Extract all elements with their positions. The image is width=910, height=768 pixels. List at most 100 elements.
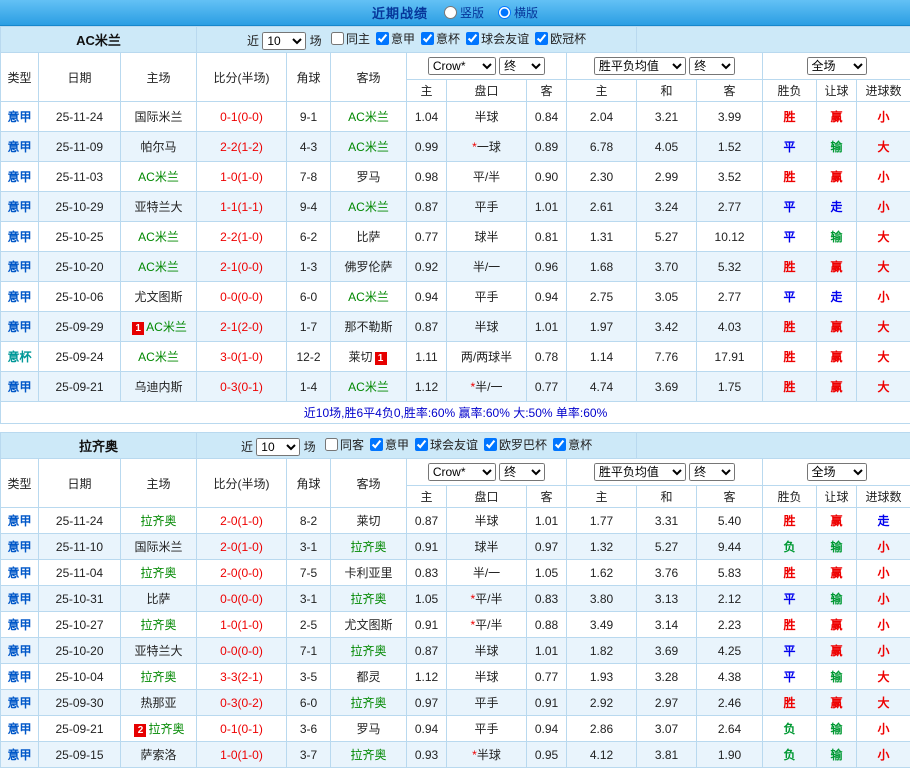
away-team[interactable]: 罗马 [331,716,407,742]
away-team[interactable]: 佛罗伦萨 [331,252,407,282]
result-goals: 大 [857,372,910,402]
europe-draw-odds: 2.99 [637,162,697,192]
away-team[interactable]: 罗马 [331,162,407,192]
away-team[interactable]: 拉齐奥 [331,638,407,664]
handicap: 平手 [447,192,527,222]
league-filter-checkbox[interactable] [535,32,548,45]
league-filter[interactable]: 欧罗巴杯 [484,436,547,453]
asia-home-odds: 1.11 [407,342,447,372]
league-filter-checkbox[interactable] [484,438,497,451]
league-filter-checkbox[interactable] [331,32,344,45]
odds-company-select[interactable]: Crow* [428,57,496,75]
scope-select[interactable]: 全场 [807,57,867,75]
home-team[interactable]: AC米兰 [121,162,197,192]
home-team[interactable]: 2拉齐奥 [121,716,197,742]
away-team[interactable]: 那不勒斯 [331,312,407,342]
away-team[interactable]: 卡利亚里 [331,560,407,586]
layout-option[interactable]: 竖版 [444,4,484,21]
league-filter[interactable]: 同客 [325,436,364,453]
away-team[interactable]: AC米兰 [331,192,407,222]
europe-odds-select[interactable]: 胜平负均值 [594,57,686,75]
home-team[interactable]: 萨索洛 [121,742,197,768]
europe-odds-select[interactable]: 胜平负均值 [594,463,686,481]
home-team[interactable]: 拉齐奥 [121,612,197,638]
result-goals: 小 [857,102,910,132]
europe-home-odds: 1.32 [567,534,637,560]
league-filter-checkbox[interactable] [325,438,338,451]
layout-option[interactable]: 横版 [498,4,538,21]
asia-home-odds: 1.12 [407,664,447,690]
asia-away-odds: 0.84 [527,102,567,132]
home-team[interactable]: 尤文图斯 [121,282,197,312]
league-filter[interactable]: 意甲 [376,30,415,47]
league-filter[interactable]: 欧冠杯 [535,30,586,47]
europe-time-select[interactable]: 终 [689,463,735,481]
league-filter[interactable]: 意杯 [421,30,460,47]
league-filter-checkbox[interactable] [415,438,428,451]
odds-company-select[interactable]: Crow* [428,463,496,481]
match-count-select[interactable]: 10 [262,32,306,50]
layout-radio[interactable] [498,6,511,19]
europe-away-odds: 4.25 [697,638,763,664]
league-filter[interactable]: 球会友谊 [415,436,478,453]
league-filter-checkbox[interactable] [376,32,389,45]
away-team[interactable]: AC米兰 [331,372,407,402]
home-team[interactable]: 1AC米兰 [121,312,197,342]
result-goals: 大 [857,312,910,342]
home-team[interactable]: 亚特兰大 [121,192,197,222]
home-team[interactable]: 帕尔马 [121,132,197,162]
away-team[interactable]: 尤文图斯 [331,612,407,638]
home-team[interactable]: 拉齐奥 [121,560,197,586]
scope-select[interactable]: 全场 [807,463,867,481]
league-filter[interactable]: 球会友谊 [466,30,529,47]
match-count-select[interactable]: 10 [256,438,300,456]
home-team[interactable]: AC米兰 [121,342,197,372]
league-filter-checkbox[interactable] [553,438,566,451]
league-filter[interactable]: 意甲 [370,436,409,453]
home-team[interactable]: 乌迪内斯 [121,372,197,402]
score: 3-3(2-1) [197,664,287,690]
home-team[interactable]: 国际米兰 [121,102,197,132]
league-filter-checkbox[interactable] [370,438,383,451]
europe-draw-odds: 3.70 [637,252,697,282]
handicap: 半/一 [447,252,527,282]
home-team[interactable]: AC米兰 [121,252,197,282]
europe-home-odds: 1.68 [567,252,637,282]
odds-time-select[interactable]: 终 [499,463,545,481]
away-team[interactable]: 拉齐奥 [331,742,407,768]
away-team[interactable]: 拉齐奥 [331,586,407,612]
home-team[interactable]: 热那亚 [121,690,197,716]
league-type: 意甲 [1,664,39,690]
odds-time-select[interactable]: 终 [499,57,545,75]
away-team[interactable]: 比萨 [331,222,407,252]
league-filter[interactable]: 意杯 [553,436,592,453]
home-team[interactable]: 拉齐奥 [121,508,197,534]
asia-away-odds: 0.88 [527,612,567,638]
layout-radio[interactable] [444,6,457,19]
league-type: 意甲 [1,312,39,342]
away-team[interactable]: 莱切1 [331,342,407,372]
asia-home-odds: 0.94 [407,716,447,742]
europe-draw-odds: 5.27 [637,222,697,252]
away-team[interactable]: AC米兰 [331,282,407,312]
league-filter-checkbox[interactable] [466,32,479,45]
handicap: 半球 [447,508,527,534]
league-filter[interactable]: 同主 [331,30,370,47]
league-filter-checkbox[interactable] [421,32,434,45]
layout-radio-group: 竖版横版 [444,4,538,21]
away-team[interactable]: AC米兰 [331,132,407,162]
home-team[interactable]: 国际米兰 [121,534,197,560]
score: 2-0(1-0) [197,508,287,534]
europe-draw-odds: 3.21 [637,102,697,132]
away-team[interactable]: 都灵 [331,664,407,690]
away-team[interactable]: 莱切 [331,508,407,534]
away-team[interactable]: 拉齐奥 [331,690,407,716]
home-team[interactable]: 拉齐奥 [121,664,197,690]
home-team[interactable]: AC米兰 [121,222,197,252]
europe-time-select[interactable]: 终 [689,57,735,75]
asia-home-odds: 0.87 [407,312,447,342]
home-team[interactable]: 亚特兰大 [121,638,197,664]
home-team[interactable]: 比萨 [121,586,197,612]
away-team[interactable]: 拉齐奥 [331,534,407,560]
away-team[interactable]: AC米兰 [331,102,407,132]
